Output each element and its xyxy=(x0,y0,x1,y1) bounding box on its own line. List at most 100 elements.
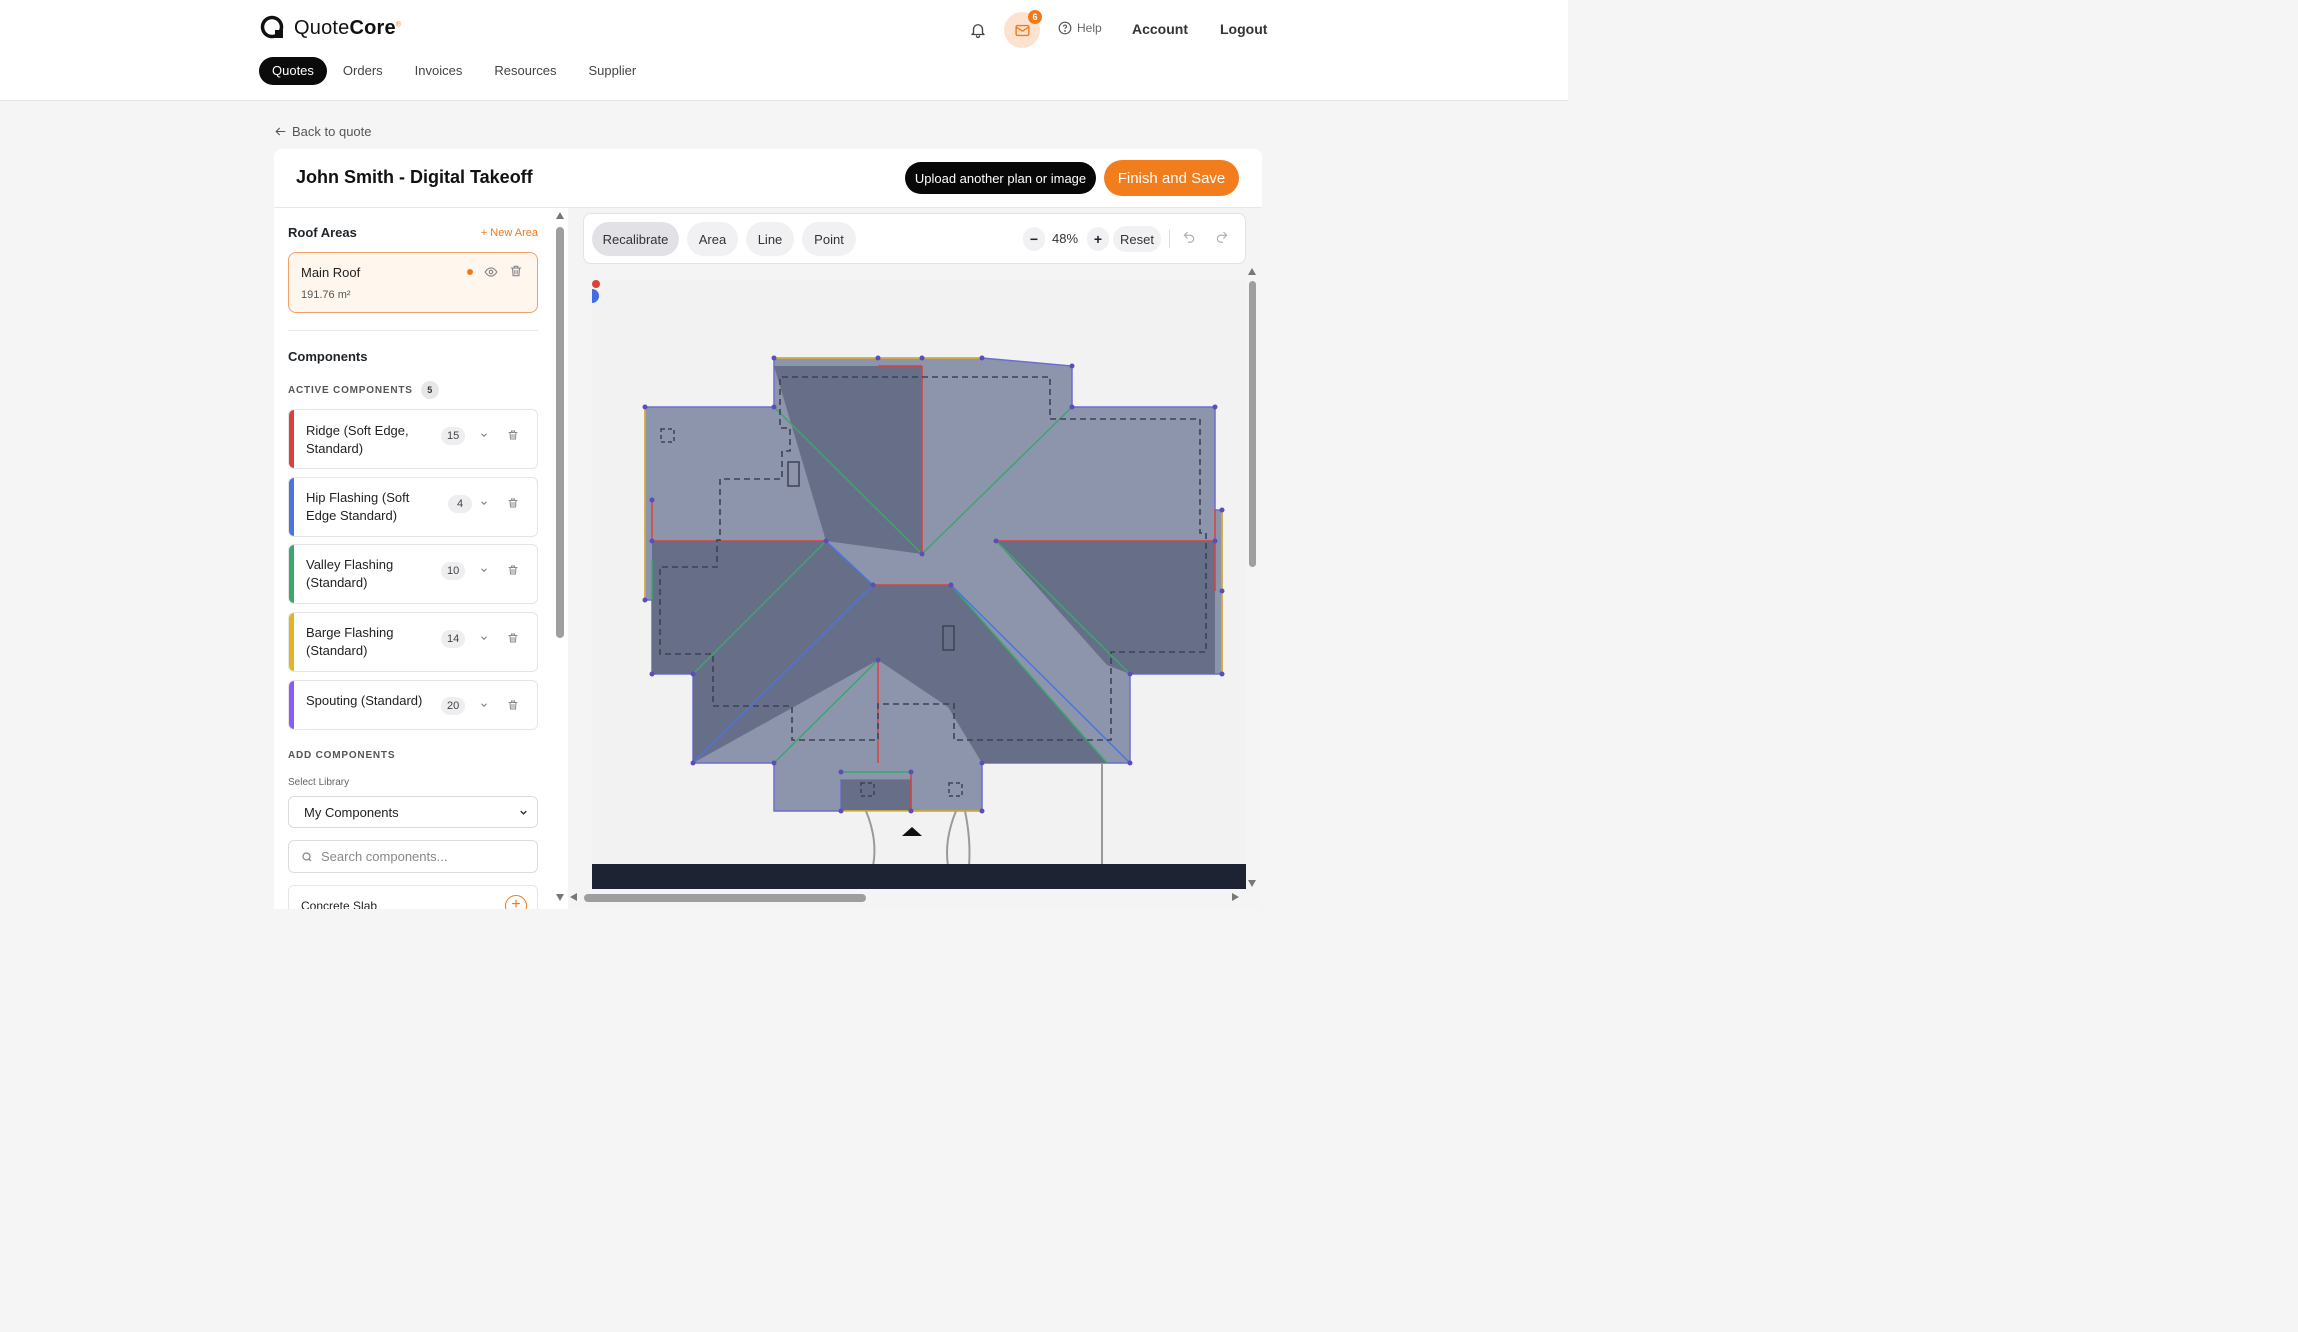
scroll-thumb[interactable] xyxy=(556,227,564,638)
roof-plan-drawing[interactable] xyxy=(592,280,1246,889)
search-input[interactable] xyxy=(321,849,521,864)
tab-resources[interactable]: Resources xyxy=(478,57,572,85)
area-tool[interactable]: Area xyxy=(687,222,738,256)
bell-icon xyxy=(971,24,985,39)
arrow-left-icon xyxy=(275,127,286,136)
trash-icon[interactable] xyxy=(507,632,519,644)
component-name: Valley Flashing (Standard) xyxy=(306,557,394,590)
new-area-button[interactable]: + New Area xyxy=(481,227,538,239)
component-card-ridge[interactable]: Ridge (Soft Edge, Standard) 15 xyxy=(288,409,538,469)
notifications-button[interactable] xyxy=(966,18,990,42)
tab-orders[interactable]: Orders xyxy=(327,57,399,85)
add-component-button[interactable]: + xyxy=(505,895,527,909)
logout-link[interactable]: Logout xyxy=(1220,21,1267,37)
library-item[interactable]: Concrete Slab + xyxy=(288,885,538,909)
trash-icon[interactable] xyxy=(507,429,519,441)
sidebar-scrollbar[interactable] xyxy=(554,208,567,909)
components-title: Components xyxy=(288,349,368,364)
component-card-valley-flashing[interactable]: Valley Flashing (Standard) 10 xyxy=(288,544,538,604)
chevron-down-icon[interactable] xyxy=(479,633,489,643)
component-name: Spouting (Standard) xyxy=(306,693,423,708)
library-select[interactable]: My Components xyxy=(288,796,538,828)
trash-icon[interactable] xyxy=(507,564,519,576)
component-card-hip-flashing[interactable]: Hip Flashing (Soft Edge Standard) 4 xyxy=(288,477,538,537)
component-qty[interactable]: 10 xyxy=(441,562,466,580)
redo-icon[interactable] xyxy=(1215,230,1229,244)
chevron-down-icon xyxy=(520,810,527,815)
scroll-right-icon[interactable] xyxy=(1232,893,1239,901)
scroll-down-icon[interactable] xyxy=(556,894,564,901)
reset-zoom-button[interactable]: Reset xyxy=(1113,226,1161,252)
scroll-thumb[interactable] xyxy=(584,894,866,902)
line-tool[interactable]: Line xyxy=(746,222,794,256)
canvas-horizontal-scrollbar[interactable] xyxy=(568,891,1246,905)
trash-icon[interactable] xyxy=(509,264,523,278)
roof-area-card[interactable]: Main Roof 191.76 m² xyxy=(288,252,538,313)
page-title: John Smith - Digital Takeoff xyxy=(296,167,533,187)
roof-area-name: Main Roof xyxy=(301,265,361,280)
roof-plan-canvas[interactable] xyxy=(592,280,1246,889)
back-label: Back to quote xyxy=(292,124,372,139)
scroll-left-icon[interactable] xyxy=(570,893,577,901)
undo-icon[interactable] xyxy=(1182,230,1196,244)
tab-supplier[interactable]: Supplier xyxy=(573,57,653,85)
add-components-label: ADD COMPONENTS xyxy=(288,750,396,761)
toolbar-divider xyxy=(1169,230,1170,248)
component-qty[interactable]: 4 xyxy=(448,495,472,513)
component-qty[interactable]: 15 xyxy=(441,427,466,445)
divider xyxy=(288,330,538,331)
finish-and-save-button[interactable]: Finish and Save xyxy=(1104,160,1239,196)
zoom-level: 48% xyxy=(1052,231,1079,246)
canvas-vertical-scrollbar[interactable] xyxy=(1246,268,1260,888)
chevron-down-icon[interactable] xyxy=(479,498,489,508)
component-card-barge-flashing[interactable]: Barge Flashing (Standard) 14 xyxy=(288,612,538,672)
top-bar: QuoteCore® 6 Help Account Logout Quotes … xyxy=(0,0,1568,101)
component-color-bar xyxy=(289,681,294,729)
logo[interactable]: QuoteCore® xyxy=(260,15,401,41)
select-library-label: Select Library xyxy=(288,777,350,788)
eye-icon[interactable] xyxy=(484,265,498,279)
component-search[interactable] xyxy=(288,840,538,873)
active-count-badge: 5 xyxy=(420,381,439,399)
messages-button[interactable]: 6 xyxy=(1004,10,1042,48)
scroll-up-icon[interactable] xyxy=(1248,268,1256,275)
trash-icon[interactable] xyxy=(507,699,519,711)
chevron-down-icon[interactable] xyxy=(479,565,489,575)
help-label: Help xyxy=(1077,21,1102,35)
scroll-thumb[interactable] xyxy=(1249,281,1256,567)
component-color-bar xyxy=(289,410,294,468)
component-qty[interactable]: 14 xyxy=(441,630,466,648)
upload-plan-button[interactable]: Upload another plan or image xyxy=(905,162,1096,194)
component-color-bar xyxy=(289,478,294,536)
canvas-toolbar: Recalibrate Area Line Point − 48% + Rese… xyxy=(583,213,1246,264)
chevron-down-icon[interactable] xyxy=(479,430,489,440)
logo-icon xyxy=(260,15,284,39)
library-select-value: My Components xyxy=(304,804,399,820)
mail-count-badge: 6 xyxy=(1028,10,1042,24)
trash-icon[interactable] xyxy=(507,497,519,509)
roof-area-size: 191.76 m² xyxy=(301,289,351,301)
back-to-quote-link[interactable]: Back to quote xyxy=(274,124,372,139)
component-qty[interactable]: 20 xyxy=(441,697,466,715)
scroll-up-icon[interactable] xyxy=(556,212,564,219)
help-link[interactable]: Help xyxy=(1058,21,1102,35)
recalibrate-tool[interactable]: Recalibrate xyxy=(592,222,679,256)
downpipe-line xyxy=(946,810,957,867)
component-color-bar xyxy=(289,545,294,603)
card-header: John Smith - Digital Takeoff Upload anot… xyxy=(274,149,1262,208)
tab-invoices[interactable]: Invoices xyxy=(399,57,479,85)
account-link[interactable]: Account xyxy=(1132,21,1188,37)
zoom-in-button[interactable]: + xyxy=(1087,227,1109,251)
component-name: Ridge (Soft Edge, Standard) xyxy=(306,423,409,456)
zoom-out-button[interactable]: − xyxy=(1023,227,1045,251)
active-dot-icon xyxy=(467,269,473,275)
calibration-marker-red xyxy=(592,280,600,288)
search-icon xyxy=(302,851,312,861)
point-tool[interactable]: Point xyxy=(802,222,856,256)
downpipe-line xyxy=(865,810,876,867)
scroll-down-icon[interactable] xyxy=(1248,880,1256,887)
tab-quotes[interactable]: Quotes xyxy=(259,57,327,85)
chevron-down-icon[interactable] xyxy=(479,700,489,710)
help-icon xyxy=(1058,21,1072,35)
component-card-spouting[interactable]: Spouting (Standard) 20 xyxy=(288,680,538,730)
